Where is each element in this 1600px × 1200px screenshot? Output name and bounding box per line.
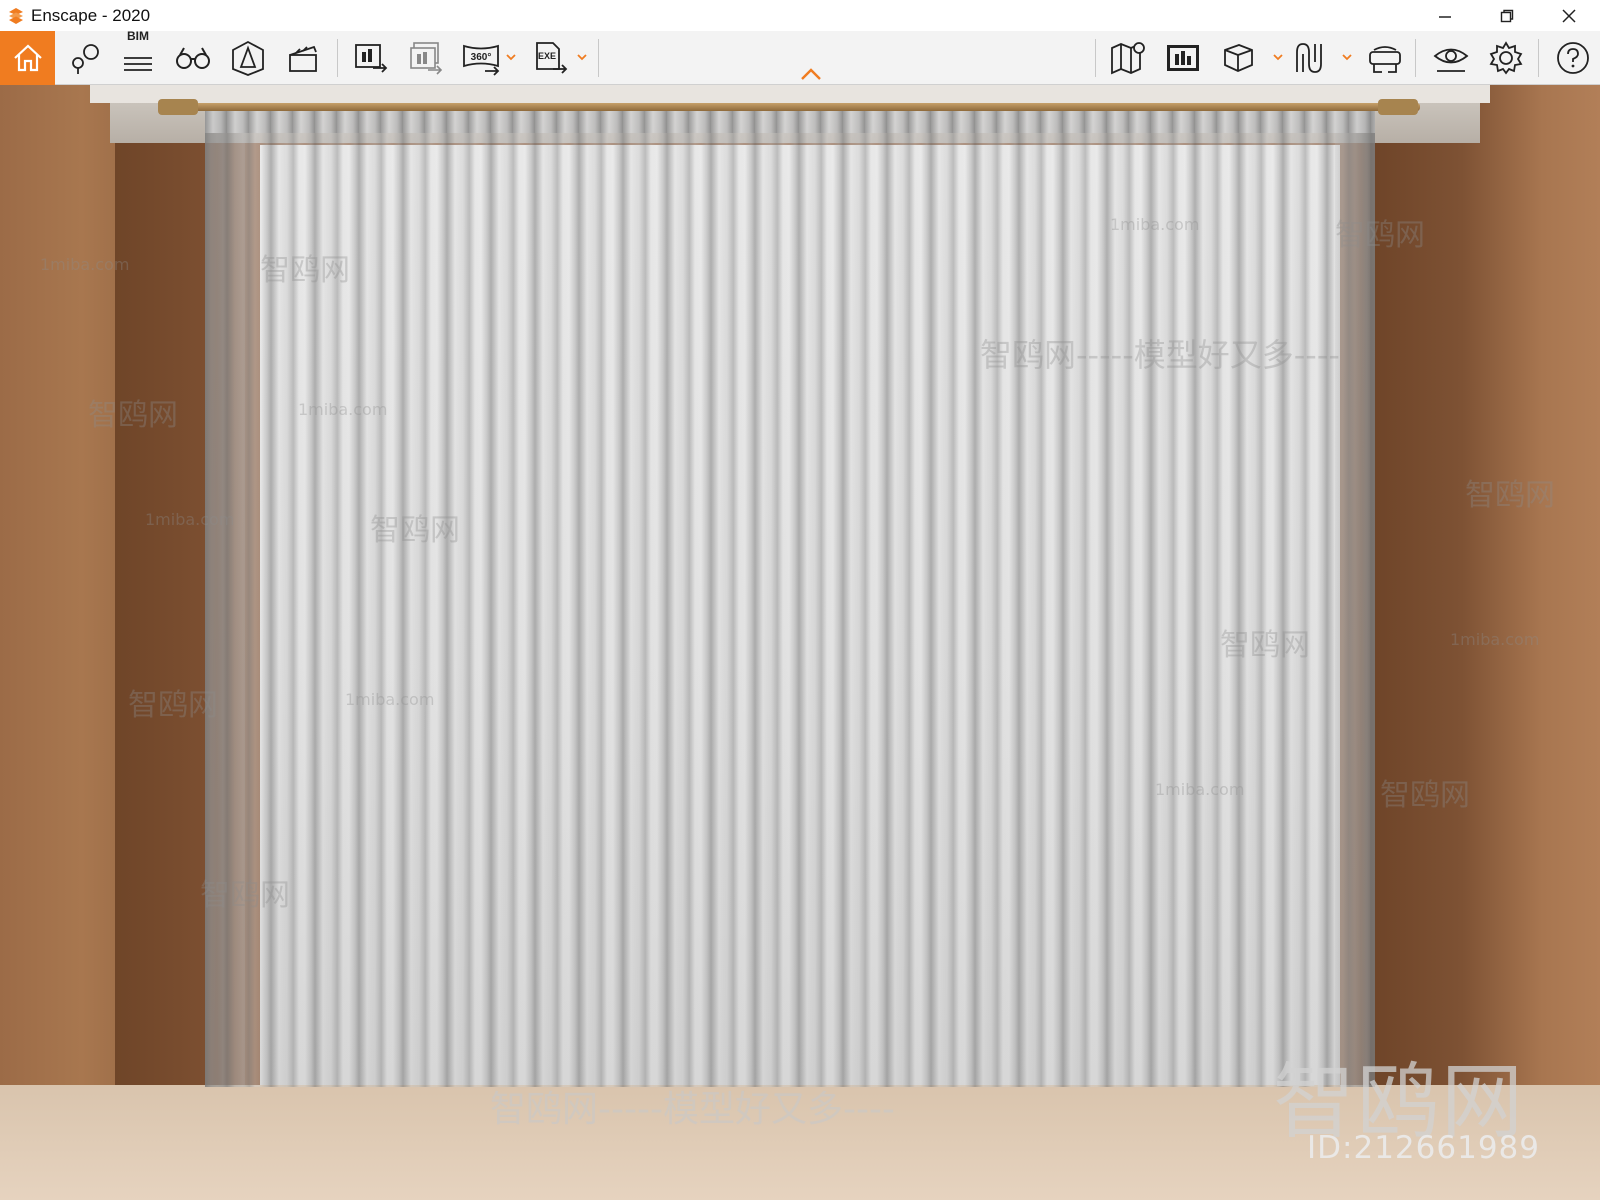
views-icon <box>72 44 99 74</box>
watermark-brand: 智鸥网 <box>370 513 460 548</box>
watermark-site: 1miba.com <box>145 510 235 529</box>
eye-icon <box>1433 48 1469 72</box>
watermark-site: 1miba.com <box>1450 630 1540 649</box>
watermark-site: 1miba.com <box>298 400 388 419</box>
window-title: Enscape - 2020 <box>31 5 151 25</box>
watermark-slogan: 智鸥网-----模型好又多---- <box>490 1089 895 1130</box>
help-button[interactable] <box>1550 31 1596 85</box>
panorama-label: 360° <box>471 52 492 63</box>
exe-export-button[interactable]: EXE <box>528 31 574 85</box>
panorama-button[interactable]: 360° <box>458 31 504 85</box>
vr-button[interactable] <box>1362 31 1408 85</box>
restore-button[interactable] <box>1476 0 1538 31</box>
minimize-icon <box>1439 15 1451 18</box>
visual-settings-button[interactable] <box>1428 31 1474 85</box>
views-button[interactable] <box>62 31 108 85</box>
clapper-icon <box>289 45 317 72</box>
map-button[interactable] <box>1105 31 1151 85</box>
curtain-rod <box>160 103 1420 111</box>
toolbar-separator <box>598 39 599 77</box>
watermark-brand: 智鸥网 <box>1220 628 1310 663</box>
watermark-site: 1miba.com <box>1110 215 1200 234</box>
toolbar-separator <box>337 39 338 77</box>
exe-label: EXE <box>538 51 556 61</box>
watermark-brand: 智鸥网 <box>1465 478 1555 513</box>
home-button[interactable] <box>0 31 55 85</box>
watermark-brand: 智鸥网 <box>200 878 290 913</box>
watermark-site: 1miba.com <box>345 690 435 709</box>
minimize-button[interactable] <box>1414 0 1476 31</box>
bim-label: BIM <box>127 29 149 43</box>
cone-icon <box>232 40 264 76</box>
close-button[interactable] <box>1538 0 1600 31</box>
rod-finial-left <box>158 99 198 115</box>
binoculars-icon <box>176 47 210 69</box>
panorama-360-icon: 360° <box>463 44 500 76</box>
chevron-down-icon[interactable] <box>1341 51 1353 63</box>
gear-icon <box>1489 41 1523 75</box>
bim-icon <box>124 57 152 71</box>
cube-icon <box>1224 44 1253 72</box>
watermark-site: 1miba.com <box>1155 780 1245 799</box>
left-wall-recess <box>115 135 205 1160</box>
rod-finial-right <box>1378 99 1418 115</box>
screenshot-export-icon <box>355 44 388 73</box>
render-viewport[interactable]: 智鸥网 1miba.com 1miba.com 智鸥网 智鸥网-----模型好又… <box>0 85 1600 1200</box>
screenshot-export-button[interactable] <box>348 31 394 85</box>
chevron-up-icon[interactable] <box>800 67 822 81</box>
batch-export-button[interactable] <box>403 31 449 85</box>
exe-export-icon: EXE <box>536 42 568 74</box>
image-export-button[interactable] <box>1160 31 1206 85</box>
toolbar-separator <box>1415 39 1416 77</box>
close-icon <box>1562 8 1576 23</box>
restore-icon <box>1500 9 1514 22</box>
watermark-site: 1miba.com <box>40 255 130 274</box>
video-editor-button[interactable] <box>280 31 326 85</box>
watermark-brand: 智鸥网 <box>1335 218 1425 253</box>
title-bar: Enscape - 2020 <box>0 0 1600 31</box>
spline-button[interactable] <box>1288 31 1334 85</box>
chevron-down-icon[interactable] <box>505 51 517 63</box>
watermark-brand: 智鸥网 <box>128 688 218 723</box>
sheer-curtain <box>205 107 1375 1087</box>
walk-mode-button[interactable] <box>170 31 216 85</box>
image-export-icon <box>1167 45 1199 71</box>
watermark-id: ID:212661989 <box>1307 1130 1540 1166</box>
curtain-right-fold <box>1335 107 1375 1087</box>
enscape-logo-icon <box>9 7 23 24</box>
watermark-brand: 智鸥网 <box>88 398 178 433</box>
bim-button[interactable]: BIM <box>115 29 161 85</box>
chevron-down-icon[interactable] <box>1272 51 1284 63</box>
ceiling <box>90 85 1490 103</box>
home-icon <box>13 44 42 72</box>
toolbar-separator <box>1538 39 1539 77</box>
map-icon <box>1111 42 1145 75</box>
watermark-brand: 智鸥网 <box>1380 778 1470 813</box>
watermark-brand: 智鸥网 <box>260 253 350 288</box>
vr-headset-icon <box>1369 46 1401 73</box>
curtain-left-fold <box>205 107 245 1087</box>
spline-icon <box>1296 43 1322 73</box>
watermark-slogan: 智鸥网-----模型好又多---- <box>980 336 1340 374</box>
settings-button[interactable] <box>1483 31 1529 85</box>
chevron-down-icon[interactable] <box>576 51 588 63</box>
help-icon <box>1557 42 1589 74</box>
toolbar-separator <box>1095 39 1096 77</box>
batch-export-icon <box>410 42 443 75</box>
asset-library-button[interactable] <box>1215 31 1261 85</box>
atmosphere-button[interactable] <box>225 31 271 85</box>
